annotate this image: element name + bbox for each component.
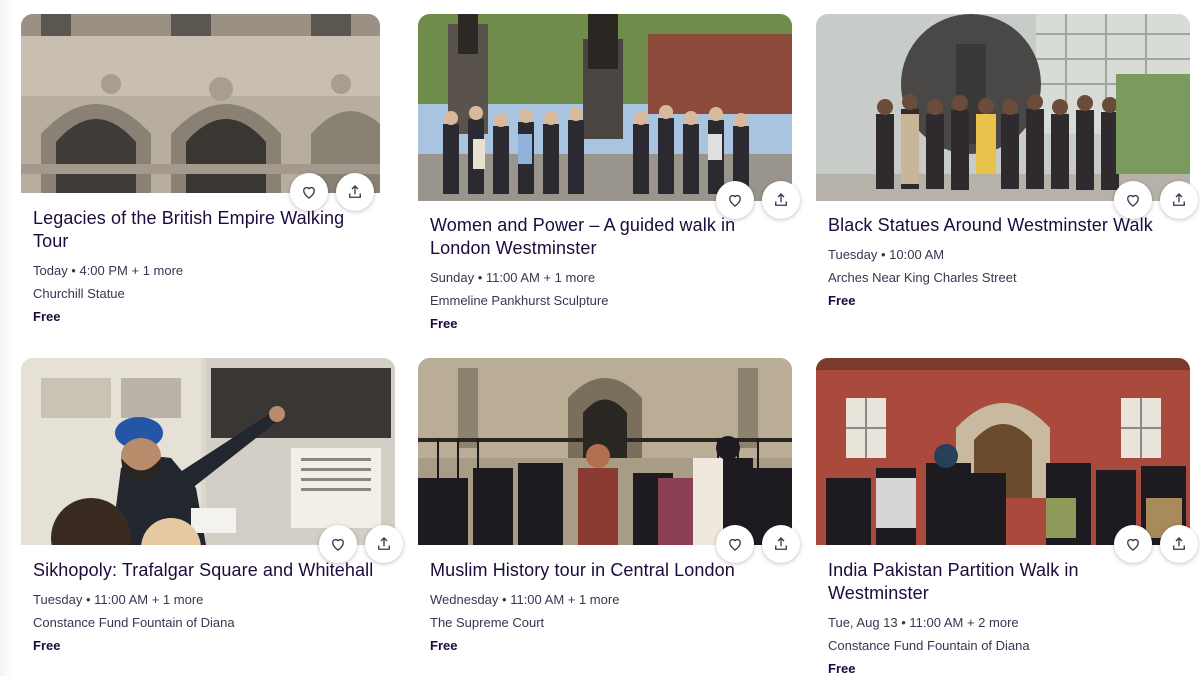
share-icon <box>378 537 390 550</box>
event-price: Free <box>430 316 458 331</box>
event-price: Free <box>828 661 856 676</box>
event-price: Free <box>33 638 61 653</box>
event-price: Free <box>828 293 856 308</box>
share-icon <box>775 193 787 206</box>
event-price: Free <box>33 309 61 324</box>
event-card[interactable]: Women and Power – A guided walk in Londo… <box>418 14 800 335</box>
event-card[interactable]: Black Statues Around Westminster Walk Tu… <box>816 14 1198 312</box>
like-button[interactable] <box>716 525 754 563</box>
event-datetime: Tue, Aug 13 • 11:00 AM + 2 more <box>828 615 1019 630</box>
event-location: Churchill Statue <box>33 286 125 301</box>
event-image[interactable] <box>816 358 1190 545</box>
event-title[interactable]: India Pakistan Partition Walk in Westmin… <box>828 559 1178 605</box>
heart-icon <box>729 538 741 551</box>
share-button[interactable] <box>365 525 403 563</box>
share-button[interactable] <box>1160 525 1198 563</box>
event-title[interactable]: Legacies of the British Empire Walking T… <box>33 207 368 253</box>
event-title[interactable]: Women and Power – A guided walk in Londo… <box>430 214 780 260</box>
event-card[interactable]: Muslim History tour in Central London We… <box>418 358 800 657</box>
share-button[interactable] <box>762 525 800 563</box>
share-icon <box>1173 193 1185 206</box>
event-datetime: Tuesday • 10:00 AM <box>828 247 945 262</box>
heart-icon <box>303 186 315 199</box>
event-image[interactable] <box>418 358 792 545</box>
heart-icon <box>1127 194 1139 207</box>
event-card[interactable]: Sikhopoly: Trafalgar Square and Whitehal… <box>21 358 403 657</box>
event-card[interactable]: India Pakistan Partition Walk in Westmin… <box>816 358 1198 676</box>
heart-icon <box>332 538 344 551</box>
event-location: Emmeline Pankhurst Sculpture <box>430 293 609 308</box>
like-button[interactable] <box>1114 181 1152 219</box>
share-icon <box>1173 537 1185 550</box>
event-datetime: Wednesday • 11:00 AM + 1 more <box>430 592 620 607</box>
event-location: Constance Fund Fountain of Diana <box>33 615 235 630</box>
event-datetime: Sunday • 11:00 AM + 1 more <box>430 270 596 285</box>
like-button[interactable] <box>1114 525 1152 563</box>
share-icon <box>775 537 787 550</box>
event-image[interactable] <box>418 14 792 201</box>
event-image[interactable] <box>816 14 1190 201</box>
share-button[interactable] <box>762 181 800 219</box>
event-price: Free <box>430 638 458 653</box>
events-grid: Legacies of the British Empire Walking T… <box>0 0 1200 676</box>
event-image[interactable] <box>21 358 395 545</box>
like-button[interactable] <box>716 181 754 219</box>
share-button[interactable] <box>1160 181 1198 219</box>
heart-icon <box>729 194 741 207</box>
event-datetime: Today • 4:00 PM + 1 more <box>33 263 184 278</box>
share-icon <box>349 185 361 198</box>
event-location: Arches Near King Charles Street <box>828 270 1017 285</box>
event-location: The Supreme Court <box>430 615 545 630</box>
heart-icon <box>1127 538 1139 551</box>
event-datetime: Tuesday • 11:00 AM + 1 more <box>33 592 204 607</box>
like-button[interactable] <box>319 525 357 563</box>
like-button[interactable] <box>290 173 328 211</box>
event-image[interactable] <box>21 14 380 193</box>
event-card[interactable]: Legacies of the British Empire Walking T… <box>21 14 380 328</box>
share-button[interactable] <box>336 173 374 211</box>
event-location: Constance Fund Fountain of Diana <box>828 638 1030 653</box>
